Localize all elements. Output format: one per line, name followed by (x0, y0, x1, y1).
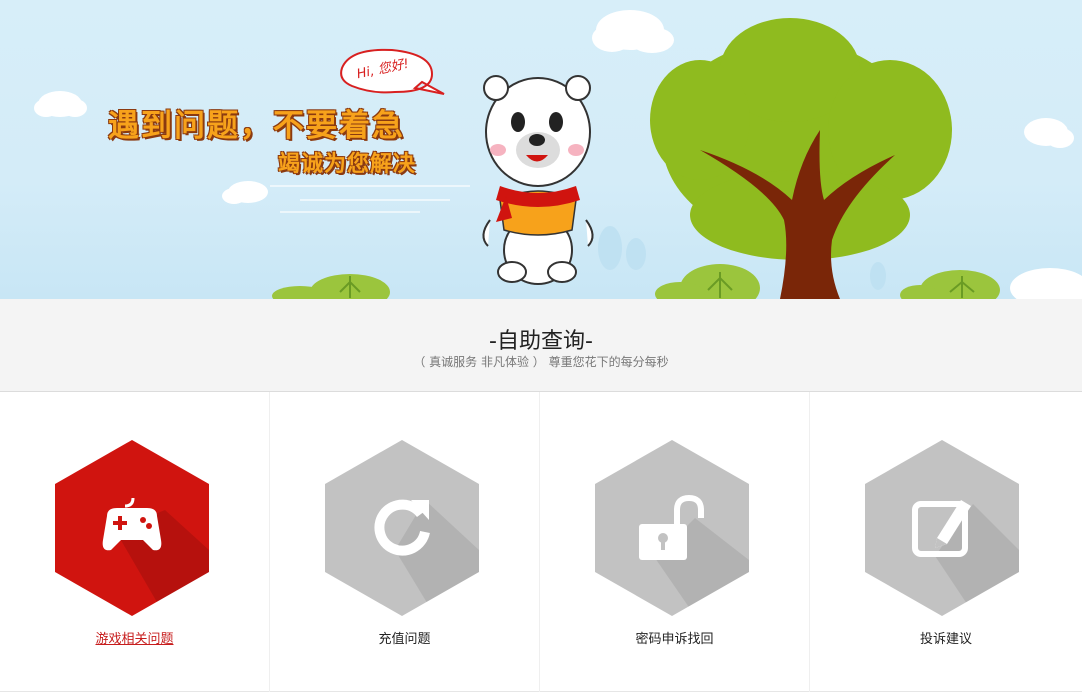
card-recharge-issues[interactable]: 充值问题 (270, 392, 540, 692)
card-label-recharge[interactable]: 充值问题 (270, 628, 539, 647)
section-title: -自助查询- (489, 329, 593, 354)
hexagon-tile[interactable] (55, 440, 209, 616)
card-label-password[interactable]: 密码申诉找回 (540, 628, 809, 647)
card-label-complaint[interactable]: 投诉建议 (810, 628, 1082, 647)
card-label-game[interactable]: 游戏相关问题 (0, 628, 269, 647)
card-password-recovery[interactable]: 密码申诉找回 (540, 392, 810, 692)
hexagon-tile[interactable] (595, 440, 749, 616)
mascot-bear (482, 75, 594, 285)
card-complaints[interactable]: 投诉建议 (810, 392, 1082, 692)
hero-banner: Hi, 您好! 遇到问题，不要着急 竭诚为您解决 (0, 0, 1082, 299)
hexagon-tile[interactable] (325, 440, 479, 616)
section-subtitle: （ 真诚服务 非凡体验 ） 尊重您花下的每分每秒 (413, 355, 669, 369)
card-game-issues[interactable]: 游戏相关问题 (0, 392, 270, 692)
banner-subline: 竭诚为您解决 (278, 152, 417, 177)
hexagon-tile[interactable] (865, 440, 1019, 616)
banner-headline: 遇到问题，不要着急 (108, 108, 405, 144)
self-service-header: -自助查询- （ 真诚服务 非凡体验 ） 尊重您花下的每分每秒 (0, 299, 1082, 392)
banner-illustration (34, 10, 1082, 299)
service-cards: 游戏相关问题 充值问题 密码申诉找回 投诉建议 (0, 392, 1082, 692)
